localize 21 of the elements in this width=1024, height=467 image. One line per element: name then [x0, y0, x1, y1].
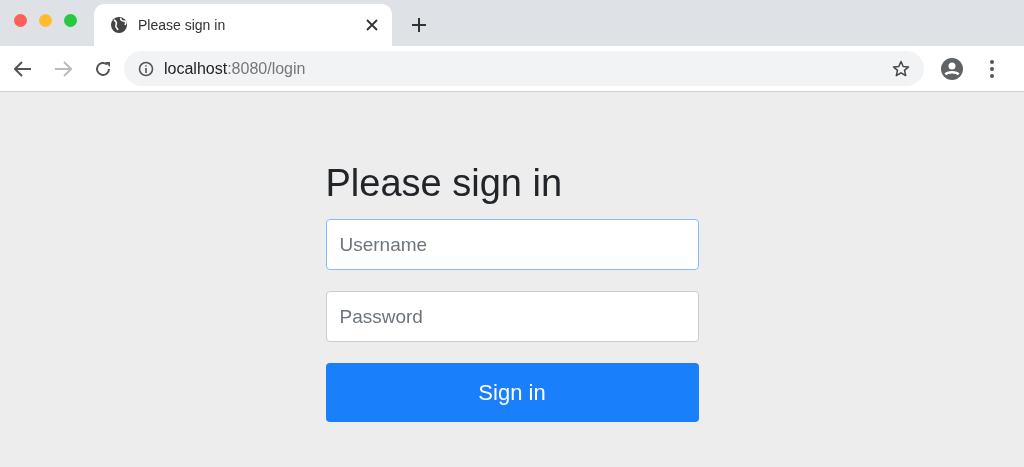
- star-icon[interactable]: [892, 59, 910, 78]
- back-arrow-icon: [14, 60, 32, 77]
- url-host: localhost: [164, 59, 228, 77]
- new-tab-button[interactable]: [411, 17, 427, 33]
- address-bar[interactable]: localhost:8080/login: [124, 51, 924, 86]
- username-field[interactable]: Username: [325, 219, 699, 270]
- tab-title: Please sign in: [138, 17, 226, 33]
- form-heading: Please sign in: [325, 161, 564, 206]
- url-path: :8080/login: [227, 59, 306, 77]
- close-tab-icon[interactable]: [366, 19, 378, 31]
- info-icon: [138, 60, 154, 77]
- browser-tab[interactable]: Please sign in: [94, 4, 392, 46]
- forward-arrow-icon: [54, 60, 72, 77]
- sign-in-button[interactable]: Sign in: [325, 363, 699, 422]
- menu-icon[interactable]: [990, 59, 994, 78]
- password-field[interactable]: Password: [325, 291, 699, 342]
- back-button[interactable]: [13, 58, 33, 79]
- account-icon[interactable]: [940, 56, 964, 81]
- reload-icon: [94, 59, 112, 78]
- plus-icon: [411, 17, 427, 33]
- globe-icon: [110, 16, 128, 34]
